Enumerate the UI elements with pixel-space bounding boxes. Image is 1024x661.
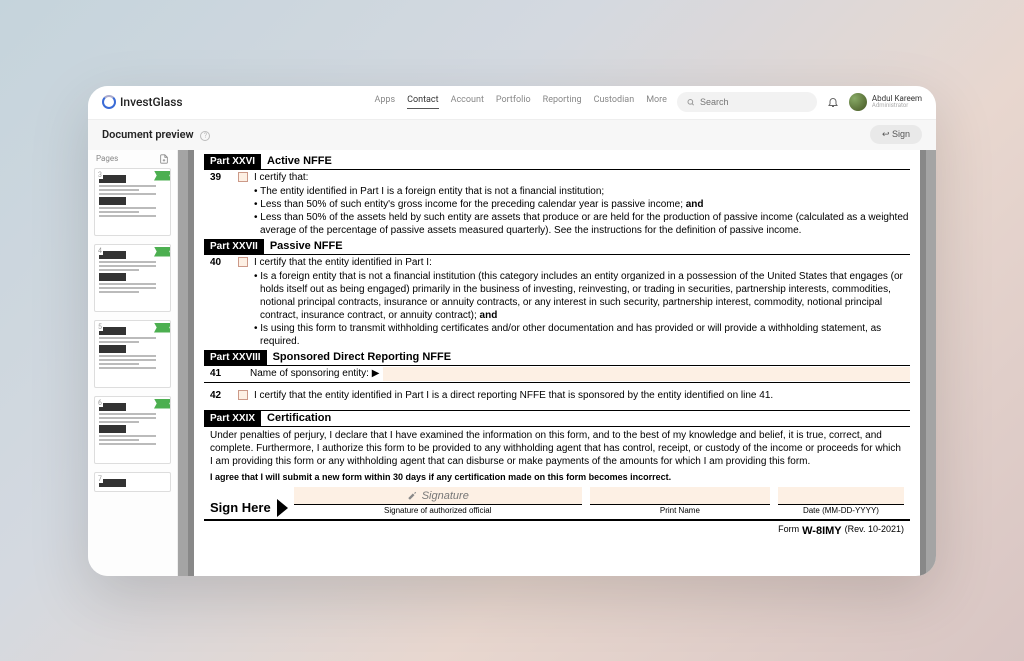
bullet-text: The entity identified in Part I is a for…: [204, 185, 910, 198]
part-label: Part XXVII: [204, 239, 264, 254]
bullet-text: Is using this form to transmit withholdi…: [204, 322, 910, 348]
signature-placeholder: Signature: [422, 489, 469, 503]
line-text: I certify that the entity identified in …: [254, 256, 910, 269]
nav-portfolio[interactable]: Portfolio: [496, 95, 531, 109]
search-icon: [687, 98, 695, 107]
line-number: 41: [210, 367, 232, 380]
page-number: 3: [97, 171, 103, 179]
page-number: 7: [97, 475, 103, 483]
part-27-header: Part XXVII Passive NFFE: [204, 239, 910, 255]
field-caption: Date (MM-DD-YYYY): [803, 505, 879, 516]
date-field[interactable]: [778, 487, 904, 505]
help-icon[interactable]: ?: [200, 131, 210, 141]
status-badge: [154, 247, 171, 257]
main-area: Pages 3 4 5: [88, 150, 936, 576]
line-number: 42: [210, 389, 232, 402]
bullet-text: Is a foreign entity that is not a financ…: [204, 270, 910, 322]
print-name-field[interactable]: [590, 487, 770, 505]
signature-row: Sign Here Signature Signature of authori…: [204, 485, 910, 519]
page-number: 6: [97, 399, 103, 407]
document-page: Part XXVI Active NFFE 39 I certify that:…: [188, 150, 926, 576]
brand-name: InvestGlass: [120, 95, 183, 109]
agreement-text: I agree that I will submit a new form wi…: [204, 470, 910, 486]
checkbox-39[interactable]: [238, 172, 248, 182]
brand[interactable]: InvestGlass: [102, 95, 183, 109]
field-label: Name of sponsoring entity: ▶: [232, 367, 379, 380]
part-title: Passive NFFE: [264, 239, 343, 253]
form-revision: (Rev. 10-2021): [845, 524, 904, 538]
part-label: Part XXVIII: [204, 350, 267, 365]
nav-account[interactable]: Account: [451, 95, 484, 109]
signature-field[interactable]: Signature: [294, 487, 582, 505]
line-text: I certify that:: [254, 171, 910, 184]
part-title: Active NFFE: [261, 154, 332, 168]
line-text: I certify that the entity identified in …: [254, 389, 910, 402]
status-badge: [154, 171, 171, 181]
user-menu[interactable]: Abdul Kareem Administrator: [849, 93, 922, 111]
bullet-text: Less than 50% of such entity's gross inc…: [204, 198, 910, 211]
nav-more[interactable]: More: [646, 95, 667, 109]
checkbox-40[interactable]: [238, 257, 248, 267]
part-label: Part XXIX: [204, 411, 261, 426]
field-caption: Signature of authorized official: [384, 505, 491, 516]
part-label: Part XXVI: [204, 154, 261, 169]
part-26-header: Part XXVI Active NFFE: [204, 154, 910, 170]
document-viewport[interactable]: Part XXVI Active NFFE 39 I certify that:…: [178, 150, 936, 576]
search-box[interactable]: [677, 92, 817, 112]
page-number: 5: [97, 323, 103, 331]
page-thumb[interactable]: 3: [94, 168, 171, 236]
line-42: 42 I certify that the entity identified …: [204, 383, 910, 408]
sign-here-label: Sign Here: [210, 500, 271, 517]
app-bar: InvestGlass Apps Contact Account Portfol…: [88, 86, 936, 120]
add-page-icon[interactable]: [159, 154, 169, 164]
avatar: [849, 93, 867, 111]
field-caption: Print Name: [660, 505, 700, 516]
page-thumb[interactable]: 6: [94, 396, 171, 464]
line-number: 39: [210, 171, 232, 184]
checkbox-42[interactable]: [238, 390, 248, 400]
thumbnails: 3 4 5 6: [88, 168, 177, 576]
nav-custodian[interactable]: Custodian: [594, 95, 635, 109]
nav-reporting[interactable]: Reporting: [543, 95, 582, 109]
notifications-button[interactable]: [827, 96, 839, 108]
page-title: Document preview: [102, 128, 194, 141]
main-nav: Apps Contact Account Portfolio Reporting…: [375, 95, 667, 109]
user-role: Administrator: [872, 103, 922, 109]
page-number: 4: [97, 247, 103, 255]
part-28-header: Part XXVIII Sponsored Direct Reporting N…: [204, 350, 910, 366]
page-thumb[interactable]: 4: [94, 244, 171, 312]
sign-button[interactable]: Sign: [870, 125, 922, 144]
certification-text: Under penalties of perjury, I declare th…: [204, 427, 910, 470]
status-badge: [154, 323, 171, 333]
page-thumb[interactable]: 5: [94, 320, 171, 388]
page-thumb[interactable]: 7: [94, 472, 171, 492]
pen-icon: [407, 491, 417, 501]
pages-sidebar: Pages 3 4 5: [88, 150, 178, 576]
pages-label: Pages: [96, 154, 118, 163]
sub-header: Document preview ? Sign: [88, 120, 936, 150]
search-input[interactable]: [700, 97, 807, 107]
brand-icon: [102, 95, 116, 109]
line-40: 40 I certify that the entity identified …: [204, 255, 910, 270]
nav-apps[interactable]: Apps: [375, 95, 396, 109]
form-number: W-8IMY: [802, 524, 842, 538]
bullet-text: Less than 50% of the assets held by such…: [204, 211, 910, 237]
app-window: InvestGlass Apps Contact Account Portfol…: [88, 86, 936, 576]
status-badge: [154, 399, 171, 409]
line-39: 39 I certify that:: [204, 170, 910, 185]
bell-icon: [827, 96, 839, 108]
line-number: 40: [210, 256, 232, 269]
part-title: Sponsored Direct Reporting NFFE: [267, 350, 451, 364]
part-29-header: Part XXIX Certification: [204, 411, 910, 427]
sponsoring-entity-input[interactable]: [383, 367, 910, 381]
arrow-icon: [277, 499, 288, 517]
nav-contact[interactable]: Contact: [407, 95, 438, 109]
form-footer: Form W-8IMY (Rev. 10-2021): [204, 520, 910, 538]
line-41: 41 Name of sponsoring entity: ▶: [204, 366, 910, 383]
part-title: Certification: [261, 411, 331, 425]
